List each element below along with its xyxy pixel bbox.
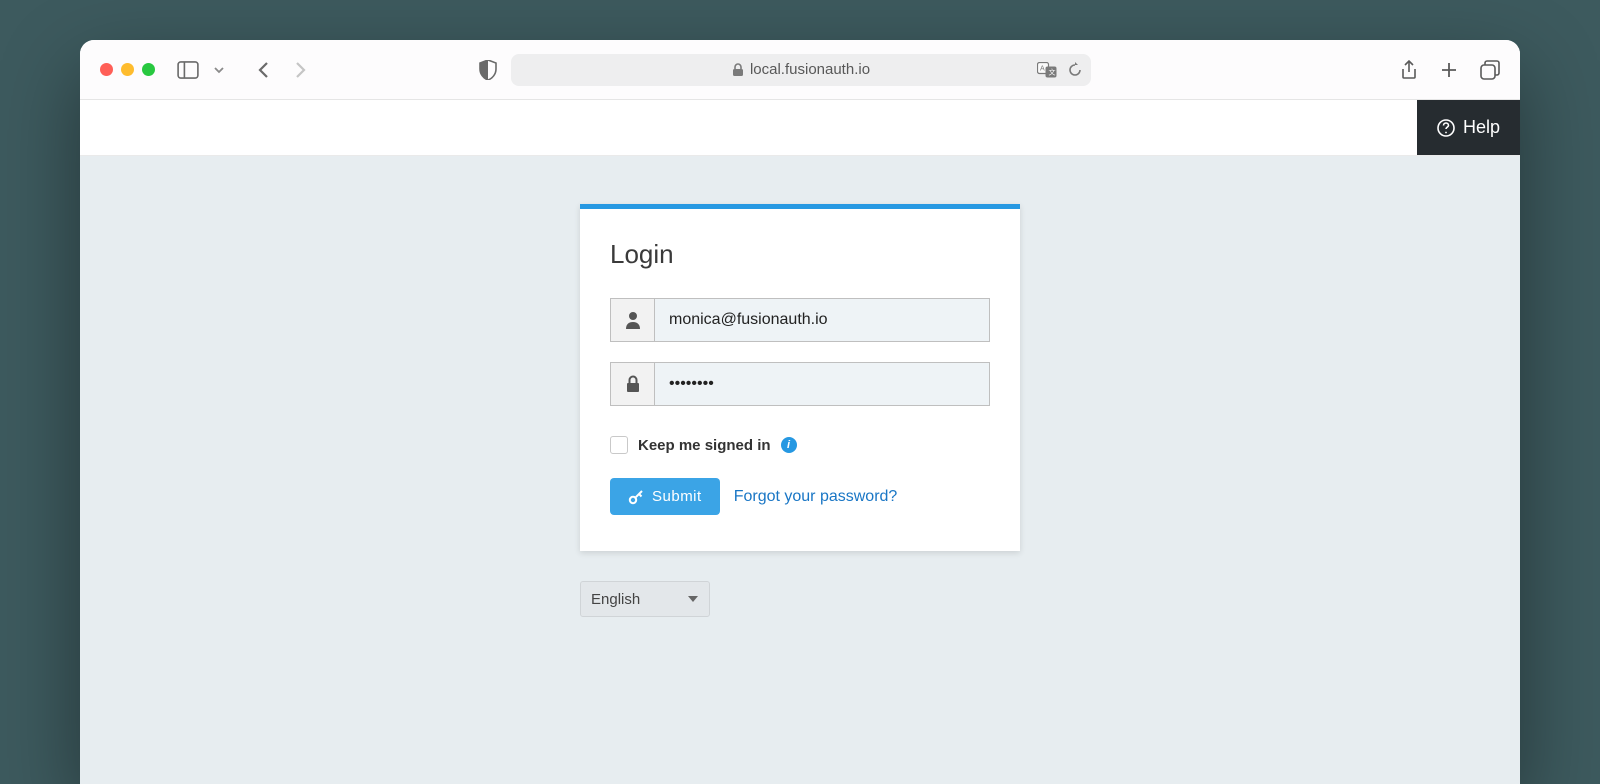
- app-header: Help: [80, 100, 1520, 156]
- login-title: Login: [610, 239, 990, 270]
- action-row: Submit Forgot your password?: [610, 478, 990, 515]
- help-icon: [1437, 119, 1455, 137]
- reload-button[interactable]: [1067, 62, 1083, 78]
- submit-button[interactable]: Submit: [610, 478, 720, 515]
- key-icon: [628, 489, 644, 505]
- user-icon: [611, 299, 655, 341]
- forgot-password-link[interactable]: Forgot your password?: [734, 488, 898, 506]
- forward-button[interactable]: [289, 59, 311, 81]
- keep-signed-in-row: Keep me signed in i: [610, 436, 990, 454]
- address-bar[interactable]: local.fusionauth.io A文: [511, 54, 1091, 86]
- tabs-overview-button[interactable]: [1480, 60, 1500, 80]
- submit-label: Submit: [652, 488, 702, 505]
- email-field[interactable]: [655, 299, 989, 341]
- help-button[interactable]: Help: [1417, 100, 1520, 155]
- close-window-button[interactable]: [100, 63, 113, 76]
- sidebar-toggle-button[interactable]: [177, 61, 199, 79]
- help-label: Help: [1463, 117, 1500, 138]
- shield-icon[interactable]: [479, 60, 497, 80]
- minimize-window-button[interactable]: [121, 63, 134, 76]
- svg-text:文: 文: [1049, 67, 1056, 76]
- maximize-window-button[interactable]: [142, 63, 155, 76]
- content-area: Login Keep me signed in i: [80, 156, 1520, 784]
- url-text: local.fusionauth.io: [750, 61, 870, 78]
- keep-signed-in-checkbox[interactable]: [610, 436, 628, 454]
- keep-signed-in-label: Keep me signed in: [638, 437, 771, 454]
- browser-toolbar: local.fusionauth.io A文: [80, 40, 1520, 100]
- window-controls: [100, 63, 155, 76]
- lock-icon: [611, 363, 655, 405]
- chevron-down-icon[interactable]: [213, 64, 225, 76]
- translate-icon[interactable]: A文: [1037, 62, 1057, 78]
- share-button[interactable]: [1400, 60, 1418, 80]
- password-field[interactable]: [655, 363, 989, 405]
- locale-selector[interactable]: English: [580, 581, 710, 617]
- email-input-group: [610, 298, 990, 342]
- browser-window: local.fusionauth.io A文: [80, 40, 1520, 784]
- password-input-group: [610, 362, 990, 406]
- new-tab-button[interactable]: [1440, 60, 1458, 80]
- info-icon[interactable]: i: [781, 437, 797, 453]
- svg-text:A: A: [1040, 65, 1045, 72]
- back-button[interactable]: [253, 59, 275, 81]
- login-panel: Login Keep me signed in i: [580, 204, 1020, 551]
- locale-select[interactable]: English: [580, 581, 710, 617]
- lock-icon: [732, 63, 744, 77]
